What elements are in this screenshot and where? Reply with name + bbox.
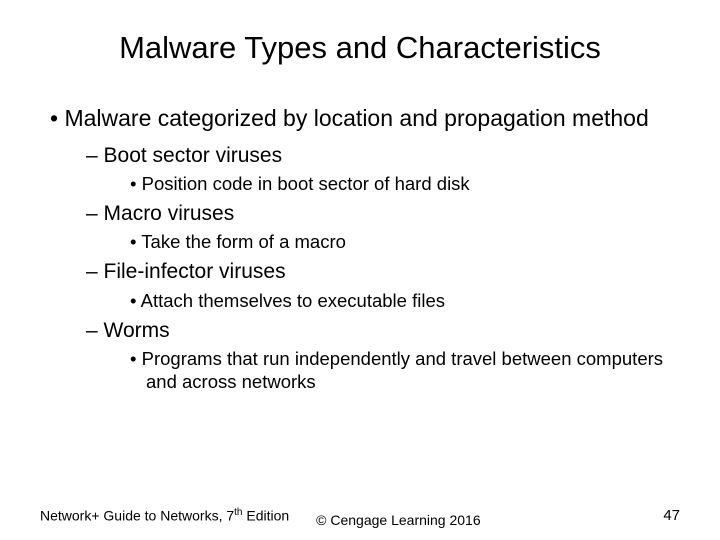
slide-container: Malware Types and Characteristics Malwar… bbox=[0, 0, 720, 540]
bullet-detail-worms: Programs that run independently and trav… bbox=[130, 347, 680, 393]
footer-left-tail: Edition bbox=[242, 508, 289, 524]
bullet-main: Malware categorized by location and prop… bbox=[50, 104, 680, 133]
slide-title: Malware Types and Characteristics bbox=[40, 30, 680, 66]
footer-book-title: Network+ Guide to Networks, 7th Edition bbox=[40, 507, 289, 524]
footer-page-number: 47 bbox=[663, 507, 680, 524]
bullet-sub-boot-sector: Boot sector viruses bbox=[86, 143, 680, 168]
slide-footer: Network+ Guide to Networks, 7th Edition … bbox=[40, 507, 680, 524]
bullet-sub-macro: Macro viruses bbox=[86, 201, 680, 226]
slide-content: Malware categorized by location and prop… bbox=[40, 104, 680, 393]
bullet-detail-boot-sector: Position code in boot sector of hard dis… bbox=[130, 172, 680, 195]
bullet-sub-worms: Worms bbox=[86, 318, 680, 343]
bullet-sub-file-infector: File-infector viruses bbox=[86, 259, 680, 284]
bullet-detail-file-infector: Attach themselves to executable files bbox=[130, 289, 680, 312]
footer-left-prefix: Network+ Guide to Networks, 7 bbox=[40, 508, 234, 524]
footer-copyright: © Cengage Learning 2016 bbox=[316, 512, 480, 528]
bullet-detail-macro: Take the form of a macro bbox=[130, 230, 680, 253]
